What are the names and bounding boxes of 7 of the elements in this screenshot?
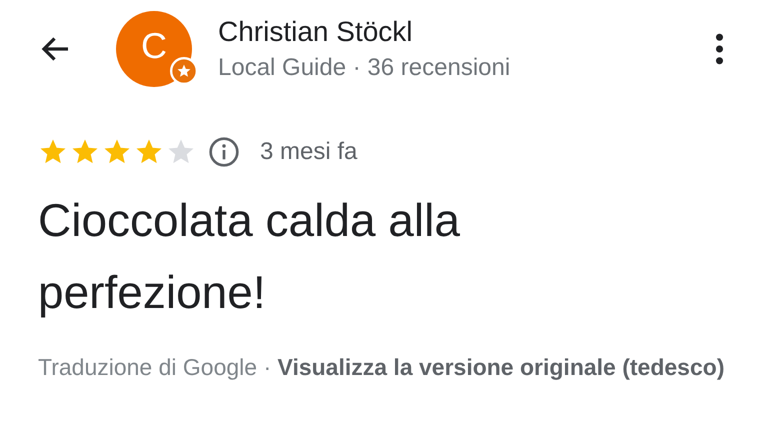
review-time: 3 mesi fa	[260, 138, 358, 166]
more-options-icon[interactable]	[715, 33, 724, 65]
author-subtitle: Local Guide · 36 recensioni	[218, 54, 512, 82]
author-name: Christian Stöckl	[218, 16, 414, 48]
translation-note: Traduzione di Google · Visualizza la versione originale (tedesco)	[38, 353, 726, 382]
review-text: Cioccolata calda alla perfezione!	[38, 193, 461, 320]
info-icon[interactable]	[208, 136, 240, 168]
